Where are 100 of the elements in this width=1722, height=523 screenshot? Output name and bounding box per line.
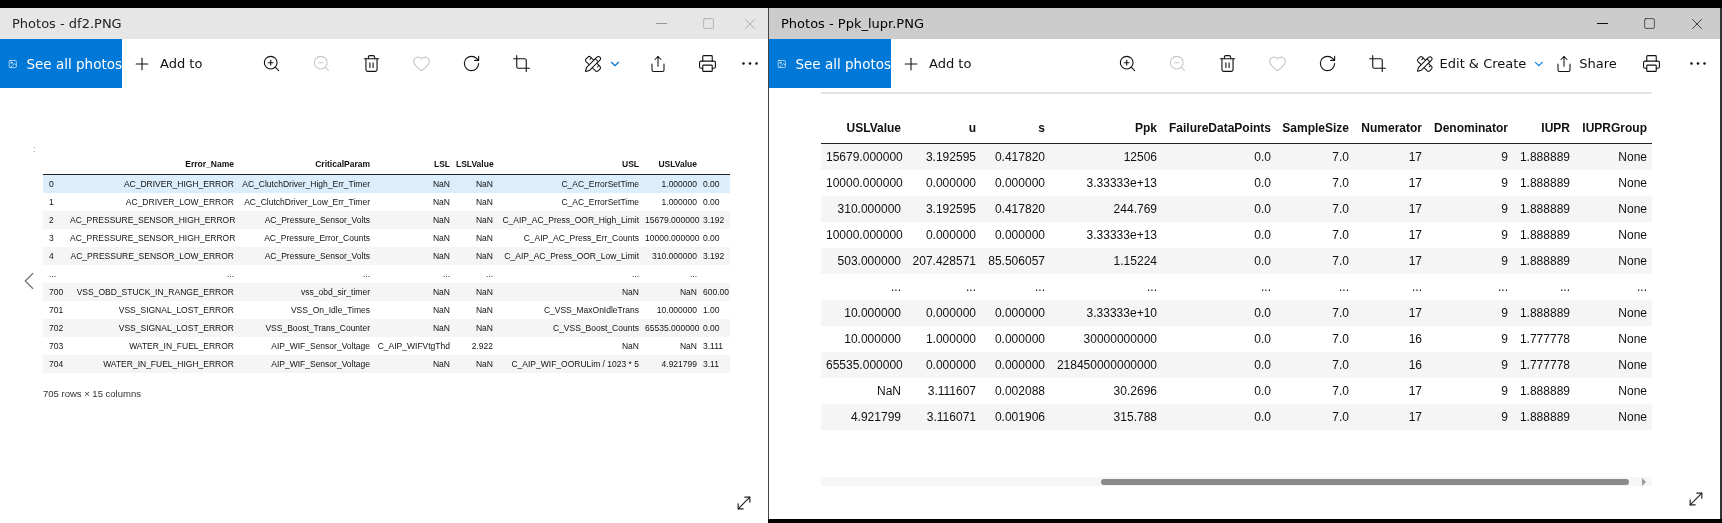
- table-cell: VSS_SIGNAL_LOST_ERROR: [67, 319, 237, 337]
- table-cell: 9: [1427, 404, 1513, 430]
- table-cell: 3.11: [700, 355, 730, 373]
- table-cell: 0.002088: [981, 378, 1050, 404]
- table-cell: 9: [1427, 248, 1513, 274]
- table-cell: NaN: [373, 247, 453, 265]
- table-cell: NaN: [453, 355, 496, 373]
- table-cell: C_VSS_MaxOnIdleTrans: [496, 301, 642, 319]
- horizontal-scrollbar[interactable]: [821, 477, 1652, 486]
- table-cell: 1.000000: [906, 326, 981, 352]
- table-cell: 4.921799: [642, 355, 700, 373]
- table-cell: NaN: [642, 283, 700, 301]
- table-cell: NaN: [373, 211, 453, 229]
- table-cell: 9: [1427, 170, 1513, 196]
- table-cell: C_AIP_AC_Press_OOR_Low_Limit: [496, 247, 642, 265]
- table-cell: NaN: [373, 301, 453, 319]
- table-cell: 1.777778: [1513, 326, 1575, 352]
- column-header: u: [906, 112, 981, 144]
- table-cell: 0.0: [1162, 222, 1276, 248]
- row-index: 2: [43, 211, 67, 229]
- table-cell: 3.33333e+13: [1050, 170, 1162, 196]
- table-cell: None: [1575, 300, 1652, 326]
- table-cell: NaN: [642, 337, 700, 355]
- row-index: 700: [43, 283, 67, 301]
- add-to-button[interactable]: Add to: [122, 39, 213, 88]
- column-header: s: [981, 112, 1050, 144]
- table-cell: 17: [1354, 196, 1427, 222]
- table-cell: 310.000000: [821, 196, 906, 222]
- table-cell: 9: [1427, 352, 1513, 378]
- table-cell: 7.0: [1276, 326, 1354, 352]
- table-cell: AC_Pressure_Sensor_Volts: [237, 211, 373, 229]
- column-header: IUPRGroup: [1575, 112, 1652, 144]
- table-cell: NaN: [496, 283, 642, 301]
- table-cell: NaN: [453, 301, 496, 319]
- table-cell: 3.192595: [906, 196, 981, 222]
- scroll-right-icon[interactable]: [1642, 478, 1646, 486]
- table-cell: 1.888889: [1513, 378, 1575, 404]
- see-all-photos-button[interactable]: See all photos: [769, 39, 891, 88]
- table-cell: 1.888889: [1513, 196, 1575, 222]
- column-header: LSLValue: [453, 154, 496, 175]
- share-icon: [1555, 54, 1574, 73]
- table-cell: ...: [1050, 274, 1162, 300]
- scrollbar-thumb[interactable]: [1101, 478, 1629, 485]
- corner-mark: :: [33, 144, 36, 154]
- table-cell: 7.0: [1276, 404, 1354, 430]
- table-cell: 0.001906: [981, 404, 1050, 430]
- table-cell: vss_obd_sir_timer: [237, 283, 373, 301]
- table-cell: 1.777778: [1513, 352, 1575, 378]
- table-cell: NaN: [373, 283, 453, 301]
- window-title: Photos - Ppk_lupr.PNG: [780, 16, 925, 31]
- table-cell: WATER_IN_FUEL_HIGH_ERROR: [67, 355, 237, 373]
- table-cell: 0.000000: [906, 352, 981, 378]
- table-cell: NaN: [821, 378, 906, 404]
- table-cell: C_AIP_WIF_OORULim / 1023 * 5: [496, 355, 642, 373]
- table-cell: 0.000000: [906, 222, 981, 248]
- share-button[interactable]: Share: [1546, 39, 1626, 88]
- window-title: Photos - df2.PNG: [11, 16, 123, 31]
- table-cell: 2.922: [453, 337, 496, 355]
- table-cell: 1.000000: [642, 193, 700, 211]
- table-cell: 10000.000000: [642, 229, 700, 247]
- table-cell: 1.000000: [642, 174, 700, 193]
- table-cell: 7.0: [1276, 222, 1354, 248]
- pencil-ruler-icon: [584, 54, 602, 73]
- table-cell: ...: [496, 265, 642, 283]
- table-cell: 3.33333e+13: [1050, 222, 1162, 248]
- row-index: 1: [43, 193, 67, 211]
- row-index: 704: [43, 355, 67, 373]
- table-cell: ...: [1354, 274, 1427, 300]
- table-cell: NaN: [373, 193, 453, 211]
- table-cell: ...: [1276, 274, 1354, 300]
- table-cell: 0.000000: [981, 352, 1050, 378]
- add-to-button[interactable]: Add to: [891, 39, 982, 88]
- column-header: USLValue: [821, 112, 906, 144]
- table-cell: NaN: [453, 229, 496, 247]
- table-cell: 15679.000000: [821, 143, 906, 170]
- table-cell: 3.116071: [906, 404, 981, 430]
- minimize-icon: [1597, 23, 1608, 24]
- table-cell: 7.0: [1276, 352, 1354, 378]
- column-header: LSL: [373, 154, 453, 175]
- table-cell: None: [1575, 248, 1652, 274]
- table-cell: 7.0: [1276, 170, 1354, 196]
- table-cell: 0.0: [1162, 404, 1276, 430]
- table-cell: 3.33333e+10: [1050, 300, 1162, 326]
- table-cell: C_AC_ErrorSetTime: [496, 174, 642, 193]
- table-cell: ...: [1513, 274, 1575, 300]
- table-cell: 12506: [1050, 143, 1162, 170]
- table-cell: VSS_On_Idle_Times: [237, 301, 373, 319]
- table-cell: 503.000000: [821, 248, 906, 274]
- table-cell: 7.0: [1276, 143, 1354, 170]
- edit-create-button[interactable]: Edit & Create: [1416, 39, 1546, 88]
- table-cell: None: [1575, 352, 1652, 378]
- table-cell: 10.000000: [642, 301, 700, 319]
- table-cell: NaN: [373, 355, 453, 373]
- table-cell: 0.0: [1162, 378, 1276, 404]
- table-cell: ...: [1162, 274, 1276, 300]
- table-cell: NaN: [453, 319, 496, 337]
- table-cell: VSS_Boost_Trans_Counter: [237, 319, 373, 337]
- see-all-photos-button[interactable]: See all photos: [0, 39, 122, 88]
- table-cell: 17: [1354, 248, 1427, 274]
- table-cell: None: [1575, 143, 1652, 170]
